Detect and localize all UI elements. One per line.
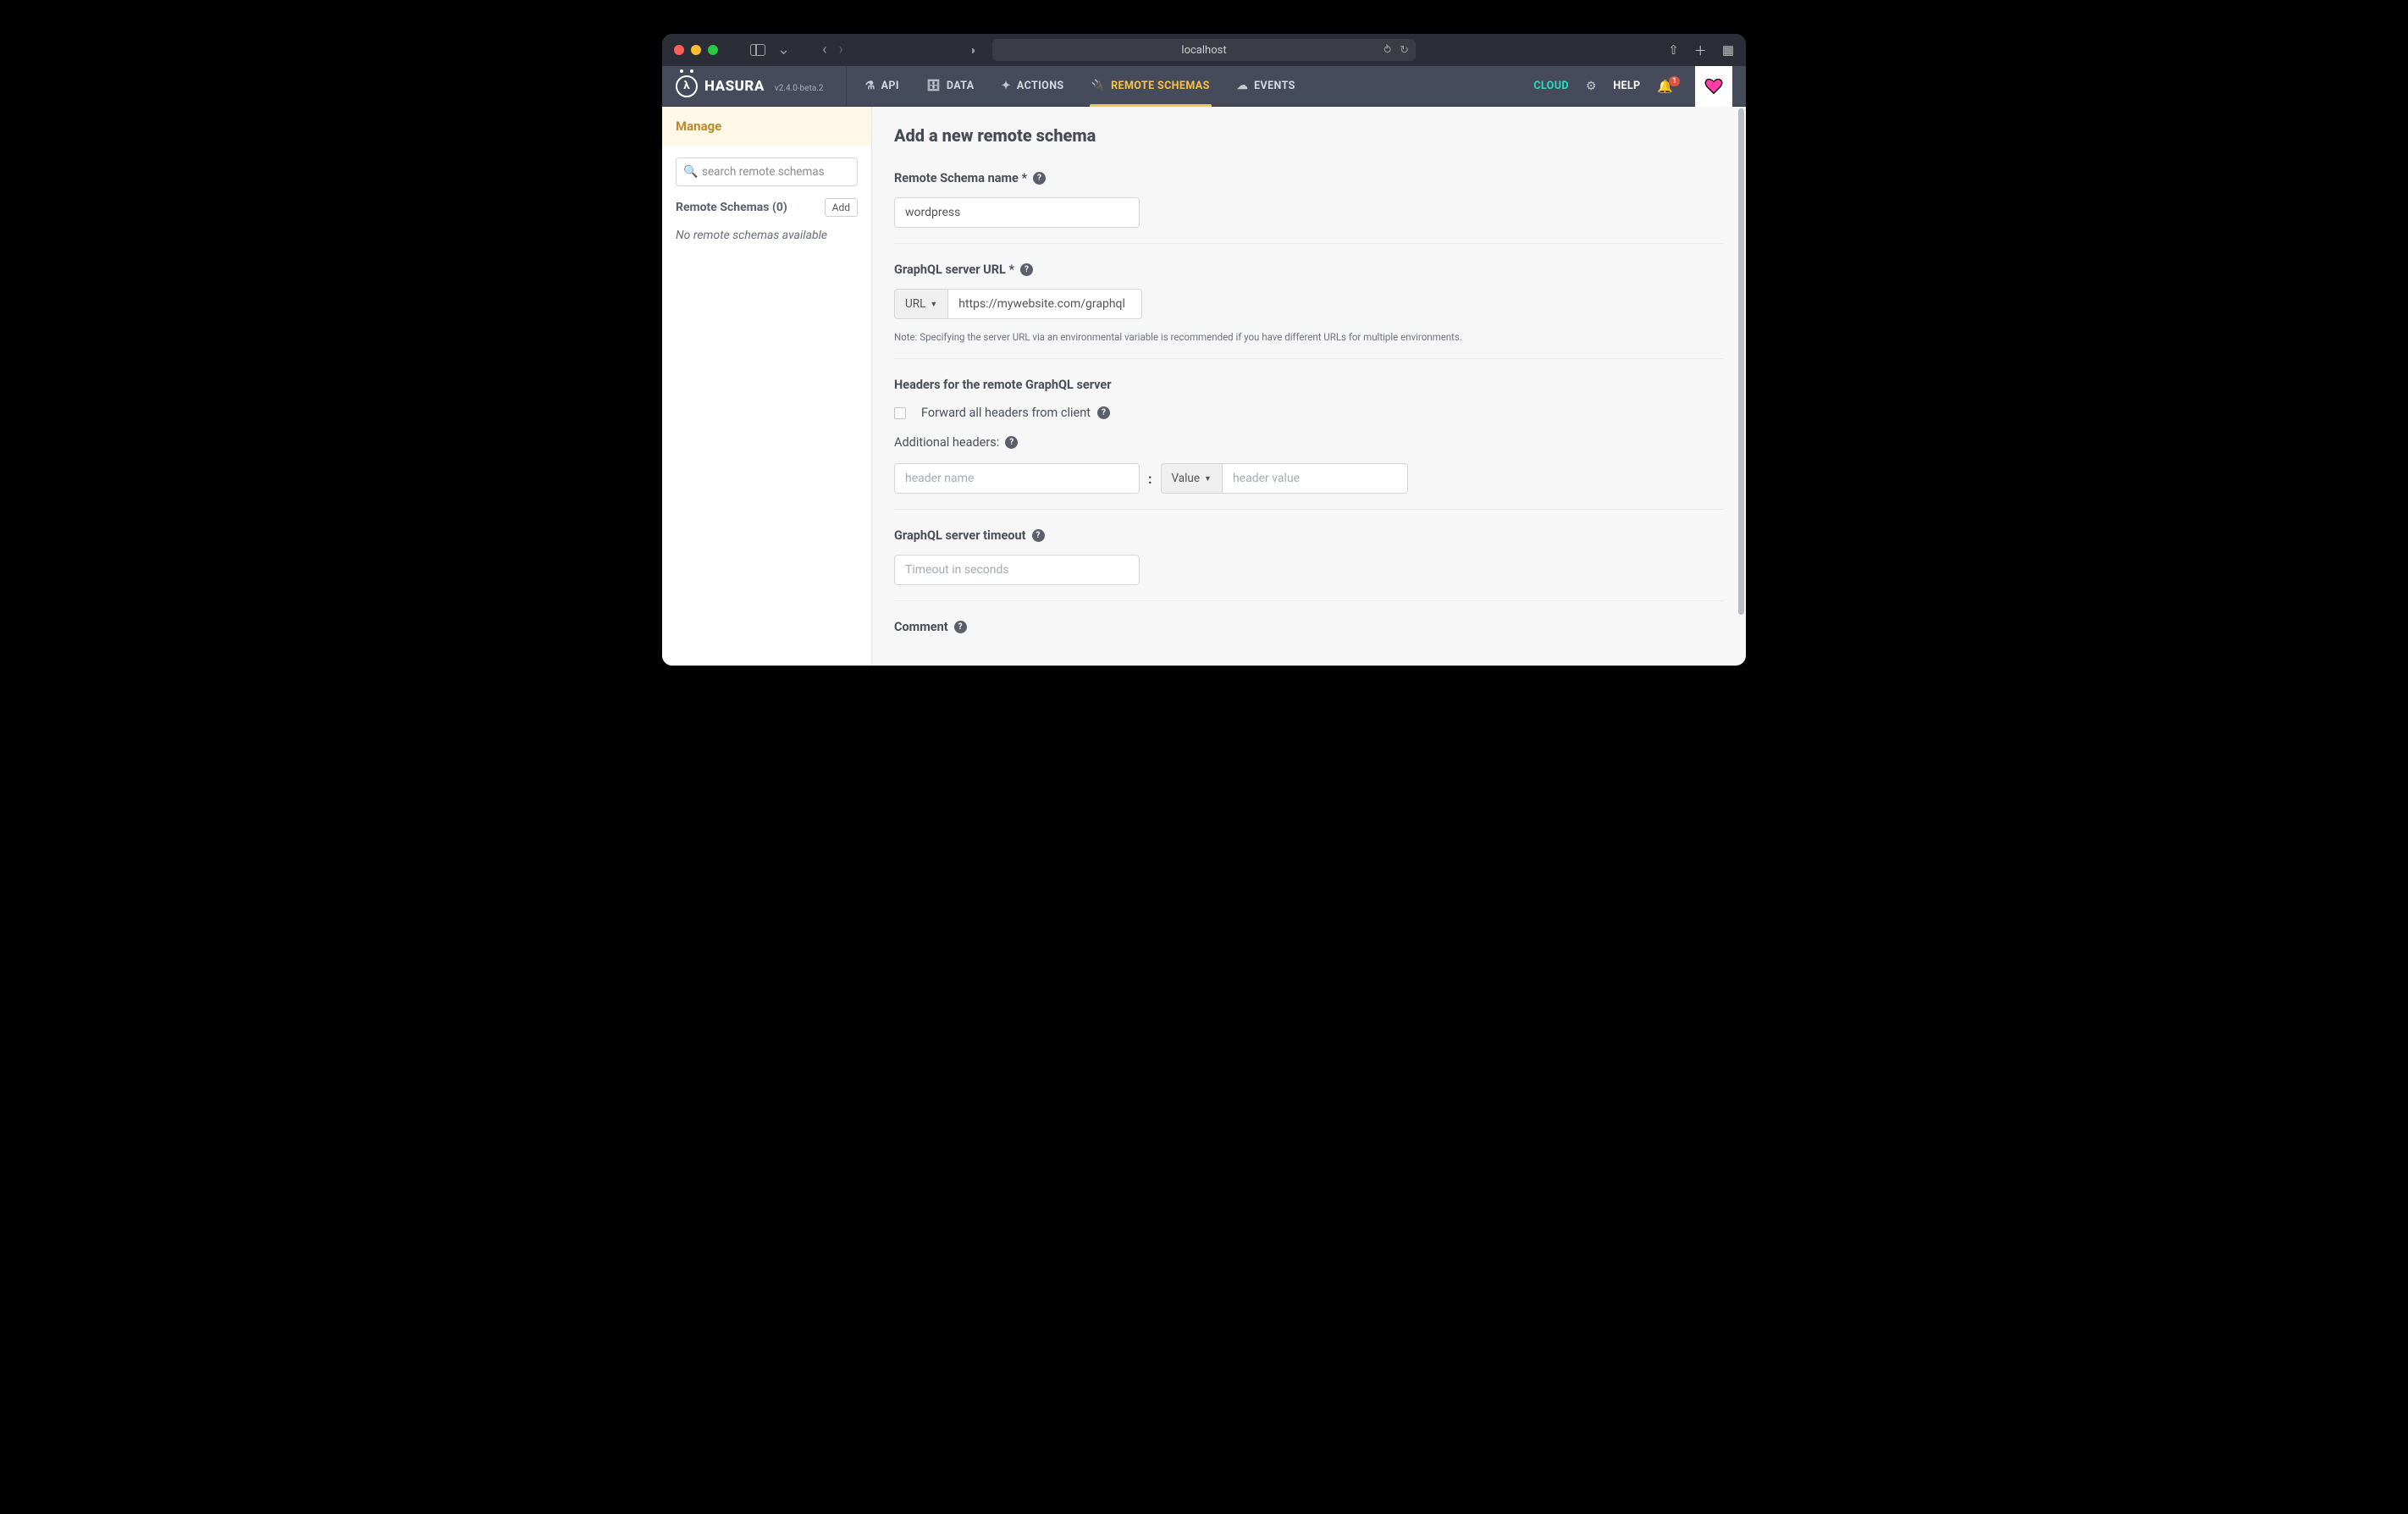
nav-back-button[interactable]: ‹ bbox=[822, 42, 826, 58]
server-url-input[interactable] bbox=[947, 289, 1142, 319]
sidebar-search: 🔍 bbox=[676, 157, 858, 186]
brand[interactable]: λ HASURA v2.4.0-beta.2 bbox=[676, 75, 841, 97]
chevron-down-icon: ▼ bbox=[930, 300, 937, 309]
help-icon[interactable]: ? bbox=[1005, 436, 1018, 449]
database-icon: 🗄 bbox=[926, 80, 941, 92]
help-icon[interactable]: ? bbox=[1033, 172, 1046, 185]
help-icon[interactable]: ? bbox=[1097, 406, 1110, 419]
remote-schemas-heading: Remote Schemas (0) bbox=[676, 201, 787, 214]
header-value-type-dropdown[interactable]: Value ▼ bbox=[1161, 463, 1222, 494]
share-icon[interactable]: ⇧ bbox=[1668, 42, 1679, 58]
sidebar-manage-header[interactable]: Manage bbox=[662, 107, 871, 146]
maximize-window-button[interactable] bbox=[708, 45, 718, 55]
titlebar: ⌄ ‹ › ◑ localhost ⥁ ↻ ⇧ ＋ ▦ bbox=[662, 34, 1746, 66]
header-value-type-label: Value bbox=[1172, 472, 1201, 485]
search-icon: 🔍 bbox=[683, 165, 698, 179]
cloud-link[interactable]: CLOUD bbox=[1533, 80, 1569, 92]
nav-tabs: ⚗ API 🗄 DATA ✦ ACTIONS 🔌 REMOTE SCHEMAS … bbox=[852, 66, 1309, 107]
url-text: localhost bbox=[1181, 44, 1226, 57]
minimize-window-button[interactable] bbox=[691, 45, 701, 55]
tab-actions-label: ACTIONS bbox=[1017, 80, 1064, 92]
app-body: Manage 🔍 Remote Schemas (0) Add No remot… bbox=[662, 107, 1746, 666]
close-window-button[interactable] bbox=[674, 45, 684, 55]
headers-section-label: Headers for the remote GraphQL server bbox=[894, 378, 1724, 392]
header-value-input[interactable] bbox=[1222, 463, 1408, 494]
tab-data[interactable]: 🗄 DATA bbox=[913, 66, 988, 107]
remote-schemas-empty-text: No remote schemas available bbox=[676, 229, 858, 242]
settings-gear-icon[interactable]: ⚙ bbox=[1586, 80, 1597, 93]
tab-remote-label: REMOTE SCHEMAS bbox=[1111, 80, 1210, 92]
timeout-label: GraphQL server timeout bbox=[894, 528, 1026, 543]
flask-icon: ⚗ bbox=[865, 80, 875, 92]
hasura-logo-icon: λ bbox=[676, 75, 698, 97]
main-content: Add a new remote schema Remote Schema na… bbox=[872, 107, 1746, 666]
comment-label: Comment bbox=[894, 620, 948, 634]
tab-events[interactable]: ☁ EVENTS bbox=[1223, 66, 1309, 107]
colon-separator: : bbox=[1148, 471, 1152, 487]
notification-badge: 1 bbox=[1669, 76, 1680, 86]
page-title: Add a new remote schema bbox=[894, 125, 1724, 146]
tab-overview-icon[interactable]: ▦ bbox=[1722, 42, 1734, 58]
forward-headers-label: Forward all headers from client bbox=[921, 406, 1091, 420]
tab-dropdown-icon[interactable]: ⌄ bbox=[777, 42, 790, 58]
tab-actions[interactable]: ✦ ACTIONS bbox=[988, 66, 1078, 107]
window-controls bbox=[674, 45, 718, 55]
privacy-shield-icon[interactable]: ◑ bbox=[969, 43, 975, 58]
help-icon[interactable]: ? bbox=[954, 621, 967, 633]
help-link[interactable]: HELP bbox=[1613, 80, 1640, 92]
search-input[interactable] bbox=[676, 157, 858, 186]
cloud-icon: ☁ bbox=[1237, 80, 1248, 92]
browser-window: ⌄ ‹ › ◑ localhost ⥁ ↻ ⇧ ＋ ▦ λ HASURA bbox=[662, 34, 1746, 666]
tab-api[interactable]: ⚗ API bbox=[852, 66, 913, 107]
header-name-input[interactable] bbox=[894, 463, 1140, 494]
tab-remote-schemas[interactable]: 🔌 REMOTE SCHEMAS bbox=[1078, 66, 1223, 107]
love-button[interactable] bbox=[1695, 66, 1732, 107]
brand-version: v2.4.0-beta.2 bbox=[775, 84, 824, 93]
timeout-input[interactable] bbox=[894, 555, 1140, 585]
notifications-bell-icon[interactable]: 🔔 1 bbox=[1657, 79, 1673, 94]
url-type-label: URL bbox=[905, 297, 925, 311]
url-type-dropdown[interactable]: URL ▼ bbox=[894, 289, 947, 319]
help-icon[interactable]: ? bbox=[1032, 529, 1045, 542]
server-url-label: GraphQL server URL * bbox=[894, 262, 1014, 277]
url-bar[interactable]: ◑ localhost ⥁ ↻ bbox=[992, 39, 1416, 61]
nav-forward-button[interactable]: › bbox=[839, 42, 843, 58]
app-topnav: λ HASURA v2.4.0-beta.2 ⚗ API 🗄 DATA ✦ AC… bbox=[662, 66, 1746, 107]
help-icon[interactable]: ? bbox=[1020, 263, 1033, 276]
forward-headers-checkbox[interactable] bbox=[894, 407, 906, 419]
sidebar: Manage 🔍 Remote Schemas (0) Add No remot… bbox=[662, 107, 872, 666]
tab-data-label: DATA bbox=[947, 80, 975, 92]
tab-api-label: API bbox=[881, 80, 899, 92]
heart-icon bbox=[1704, 78, 1723, 95]
sidebar-toggle-icon[interactable] bbox=[750, 44, 765, 56]
actions-icon: ✦ bbox=[1002, 80, 1011, 92]
chevron-down-icon: ▼ bbox=[1204, 474, 1212, 483]
brand-name: HASURA bbox=[704, 78, 765, 95]
plug-icon: 🔌 bbox=[1091, 80, 1106, 92]
schema-name-label: Remote Schema name * bbox=[894, 171, 1027, 185]
tab-events-label: EVENTS bbox=[1254, 80, 1295, 92]
server-url-note: Note: Specifying the server URL via an e… bbox=[894, 331, 1724, 343]
translate-icon[interactable]: ⥁ bbox=[1383, 44, 1391, 57]
new-tab-icon[interactable]: ＋ bbox=[1694, 41, 1707, 59]
additional-headers-label: Additional headers: bbox=[894, 435, 999, 450]
sidebar-add-button[interactable]: Add bbox=[825, 198, 858, 217]
reload-icon[interactable]: ↻ bbox=[1400, 44, 1409, 57]
schema-name-input[interactable] bbox=[894, 197, 1140, 228]
